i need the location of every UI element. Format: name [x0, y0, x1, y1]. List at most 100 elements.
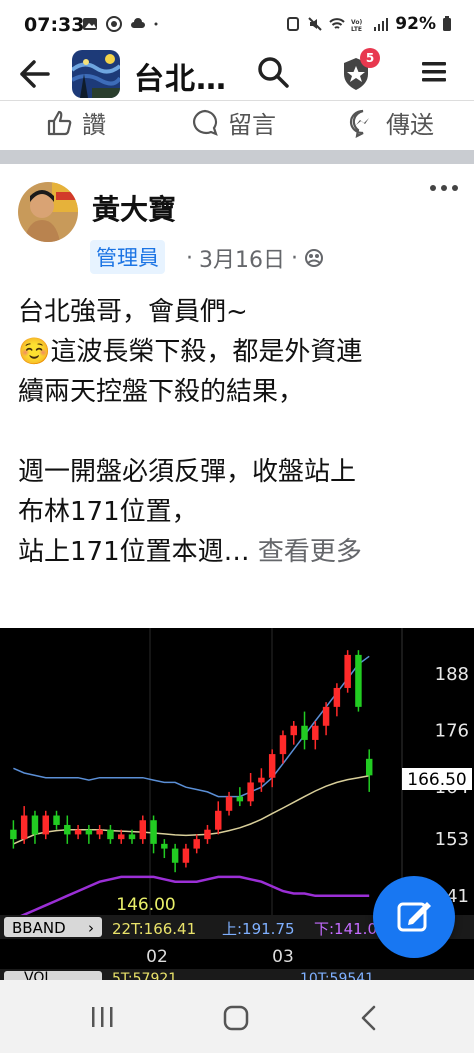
vol-label: VOL [24, 970, 52, 980]
messenger-icon [349, 109, 369, 138]
dot-icon [154, 22, 158, 26]
svg-text:LTE: LTE [351, 26, 362, 32]
edit-pencil-icon [397, 902, 431, 932]
post-divider [0, 150, 474, 164]
author-photo [18, 182, 78, 242]
status-bar: 07:33 Vo) LTE 92% [0, 0, 474, 50]
chrome-icon [106, 16, 122, 32]
post-line: 站上171位置本週… [18, 537, 250, 567]
candle-body [139, 820, 147, 840]
author-name[interactable]: 黃大寶 [92, 188, 176, 228]
candle-body [53, 815, 60, 825]
candle-body [204, 829, 211, 840]
post-date[interactable]: 3月16日 [199, 242, 285, 274]
comment-label: 留言 [228, 111, 276, 139]
post-text: 台北強哥，會員們~ ☺️這波長榮下殺，都是外資連 續兩天控盤下殺的結果， 週一開… [18, 292, 458, 572]
candle-body [279, 735, 287, 755]
candle-body [268, 754, 276, 778]
candle-body [344, 654, 351, 688]
back-arrow-icon[interactable] [16, 58, 52, 90]
like-button[interactable]: 讚 [46, 105, 106, 140]
candle-body [182, 848, 190, 863]
y-tick: 176 [435, 720, 469, 741]
see-more-link[interactable]: 查看更多 [258, 537, 362, 567]
candle-body [258, 777, 265, 783]
x-tick: 03 [272, 947, 294, 967]
mute-icon [308, 17, 323, 31]
x-tick: 02 [146, 947, 168, 967]
y-tick: 188 [435, 664, 469, 685]
group-avatar[interactable] [72, 50, 120, 98]
home-icon[interactable] [222, 1004, 250, 1032]
candle-body [355, 654, 362, 707]
back-nav-icon[interactable] [356, 1004, 382, 1032]
candle-body [20, 815, 28, 840]
candles [10, 650, 373, 873]
comment-bubble-icon [193, 109, 218, 136]
candle-body [322, 706, 330, 726]
bband-mid: 22T:166.41 [112, 920, 196, 938]
candle-body [193, 839, 200, 849]
recent-apps-icon[interactable] [88, 1004, 118, 1030]
battery-percent: 92% [395, 14, 436, 34]
meta-separator: · [291, 245, 298, 271]
group-header: 台北… 5 [0, 48, 474, 100]
post-line-blank [18, 412, 458, 452]
search-icon[interactable] [255, 54, 291, 90]
share-button[interactable]: 傳送 [348, 105, 434, 140]
annotation-label: 146.00 [116, 895, 175, 915]
menu-icon[interactable] [418, 56, 450, 88]
candle-body [365, 758, 373, 776]
post-line-last: 站上171位置本週… 查看更多 [18, 532, 458, 572]
author-avatar[interactable] [18, 182, 78, 242]
candle-body [225, 796, 233, 811]
candle-body [74, 829, 82, 835]
vol-left: 5T:57921 [112, 971, 177, 980]
signal-icon [374, 18, 389, 31]
share-label: 傳送 [386, 111, 434, 139]
candle-body [171, 848, 179, 863]
status-system-icons: Vo) LTE 92% [285, 14, 452, 34]
starry-night-thumbnail [72, 50, 120, 98]
chart-grid [149, 628, 403, 915]
post-line: 台北強哥，會員們~ [18, 297, 248, 327]
post-line: 布林171位置， [18, 497, 198, 527]
bollinger-bands [12, 655, 370, 921]
status-notification-icons [82, 16, 162, 32]
status-time: 07:33 [24, 14, 85, 36]
post-meta: · 3月16日 · [186, 242, 324, 274]
y-tick: 153 [435, 829, 469, 850]
candle-body [31, 815, 39, 835]
compose-post-button[interactable] [373, 876, 455, 958]
candle-body [333, 687, 341, 707]
like-label: 讚 [82, 111, 106, 139]
candle-body [117, 834, 125, 840]
vol-right: 10T:59541 [300, 971, 374, 980]
battery-icon [443, 16, 451, 31]
post-line: 續兩天控盤下殺的結果， [18, 377, 305, 407]
members-privacy-icon [305, 249, 323, 267]
candle-body [215, 810, 222, 830]
meta-separator: · [186, 245, 193, 271]
candle-body [128, 834, 136, 840]
thumbs-up-icon [47, 110, 72, 135]
bband-upper: 上:191.75 [222, 920, 295, 938]
wifi-icon [329, 18, 345, 29]
chevron-right-icon: › [88, 919, 94, 937]
more-options-icon[interactable] [428, 180, 460, 196]
candle-body [161, 843, 168, 849]
candle-body [301, 725, 308, 740]
candle-body [150, 820, 157, 844]
bband-lower: 下:141.0 [314, 920, 377, 938]
vol-selector[interactable] [4, 971, 102, 980]
admin-role-badge: 管理員 [90, 240, 165, 274]
gallery-icon [83, 18, 97, 30]
comment-button[interactable]: 留言 [190, 105, 276, 140]
system-navigation-bar [0, 980, 474, 1053]
post-header: 黃大寶 管理員 · 3月16日 · [0, 164, 474, 284]
sim-icon [287, 17, 300, 31]
candle-body [64, 824, 71, 835]
cloud-icon [131, 18, 145, 28]
post-line: 週一開盤必須反彈，收盤站上 [18, 457, 357, 487]
group-title[interactable]: 台北… [134, 54, 227, 98]
